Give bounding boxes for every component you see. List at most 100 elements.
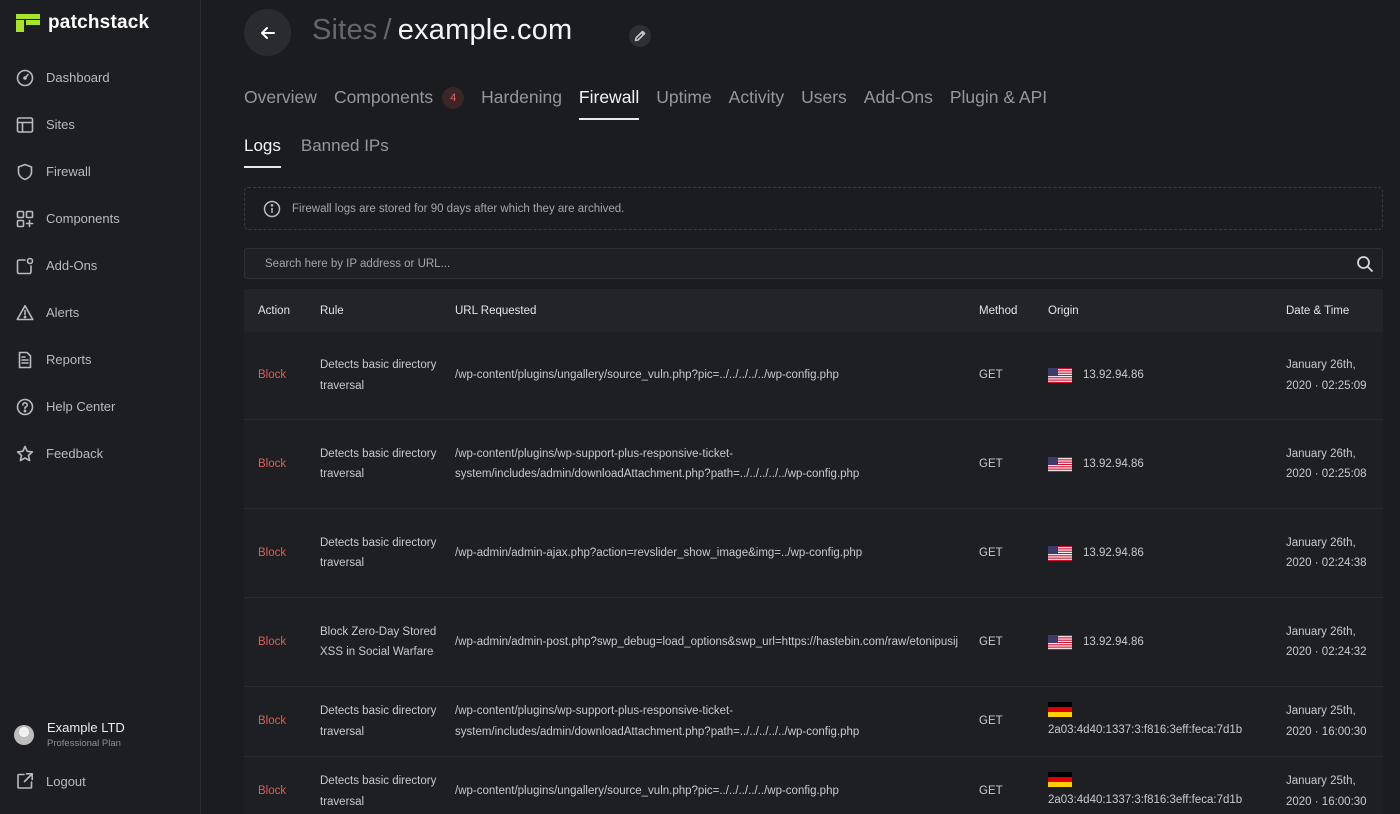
info-icon xyxy=(263,200,281,217)
tab-firewall[interactable]: Firewall xyxy=(578,86,640,120)
tab-activity[interactable]: Activity xyxy=(729,86,784,120)
origin-cell: 2a03:4d40:1337:3:f816:3eff:feca:7d1b xyxy=(1048,772,1272,811)
add-ons-icon xyxy=(16,257,34,275)
date-cell: January 25th, 2020 · 16:00:30 xyxy=(1286,775,1367,808)
date-cell: January 26th, 2020 · 02:24:32 xyxy=(1286,625,1367,659)
action-block[interactable]: Block xyxy=(258,785,286,797)
sidebar-item-sites[interactable]: Sites xyxy=(0,101,200,148)
sidebar-nav: Dashboard Sites Firewall Components Add-… xyxy=(0,54,200,477)
table-row[interactable]: Block Detects basic directory traversal … xyxy=(244,509,1383,598)
action-block[interactable]: Block xyxy=(258,547,286,559)
breadcrumb-sites[interactable]: Sites xyxy=(312,14,377,46)
back-button[interactable] xyxy=(244,9,291,56)
subtab-logs[interactable]: Logs xyxy=(244,135,281,168)
avatar xyxy=(14,724,34,745)
sidebar-item-dashboard[interactable]: Dashboard xyxy=(0,54,200,101)
table-row[interactable]: Block Block Zero-Day Stored XSS in Socia… xyxy=(244,598,1383,687)
account-menu[interactable]: Example LTD Professional Plan xyxy=(14,720,125,749)
sidebar-item-label: Add-Ons xyxy=(46,258,98,273)
sidebar-item-firewall[interactable]: Firewall xyxy=(0,148,200,195)
method-cell: GET xyxy=(979,457,1003,470)
column-header-date[interactable]: Date & Time xyxy=(1272,305,1383,317)
info-notice: Firewall logs are stored for 90 days aft… xyxy=(244,187,1383,230)
url-cell: /wp-content/plugins/ungallery/source_vul… xyxy=(455,785,839,798)
account-name: Example LTD xyxy=(47,720,125,735)
date-cell: January 26th, 2020 · 02:25:08 xyxy=(1286,447,1367,481)
table-row[interactable]: Block Detects basic directory traversal … xyxy=(244,332,1383,420)
column-header-method[interactable]: Method xyxy=(965,305,1034,317)
alert-icon xyxy=(16,304,34,322)
sidebar-item-feedback[interactable]: Feedback xyxy=(0,430,200,477)
sidebar-item-help-center[interactable]: Help Center xyxy=(0,383,200,430)
help-icon xyxy=(16,398,34,416)
column-header-origin[interactable]: Origin xyxy=(1034,305,1272,317)
tab-overview[interactable]: Overview xyxy=(244,86,317,120)
account-plan: Professional Plan xyxy=(47,738,121,749)
logo[interactable]: patchstack xyxy=(16,12,149,34)
brand-name: patchstack xyxy=(48,12,150,33)
de-flag-icon xyxy=(1048,702,1072,718)
origin-ip: 13.92.94.86 xyxy=(1083,457,1144,470)
action-block[interactable]: Block xyxy=(258,458,286,470)
action-block[interactable]: Block xyxy=(258,636,286,648)
table-row[interactable]: Block Detects basic directory traversal … xyxy=(244,687,1383,757)
date-cell: January 26th, 2020 · 02:25:09 xyxy=(1286,359,1367,392)
firewall-subtabs: Logs Banned IPs xyxy=(244,135,409,168)
rule-cell: Block Zero-Day Stored XSS in Social Warf… xyxy=(320,625,437,659)
arrow-left-icon xyxy=(260,26,275,39)
subtab-banned-ips[interactable]: Banned IPs xyxy=(301,135,389,168)
action-block[interactable]: Block xyxy=(258,369,286,381)
method-cell: GET xyxy=(979,635,1003,648)
logout-icon xyxy=(17,773,33,789)
sidebar-item-alerts[interactable]: Alerts xyxy=(0,289,200,336)
origin-ip: 13.92.94.86 xyxy=(1083,369,1144,382)
patchstack-logo-icon xyxy=(16,14,40,32)
de-flag-icon xyxy=(1048,772,1072,788)
action-block[interactable]: Block xyxy=(258,715,286,727)
sidebar-item-label: Dashboard xyxy=(46,70,110,85)
method-cell: GET xyxy=(979,546,1003,559)
search-icon[interactable] xyxy=(1356,255,1374,273)
sidebar-item-add-ons[interactable]: Add-Ons xyxy=(0,242,200,289)
column-header-rule[interactable]: Rule xyxy=(306,305,441,317)
edit-site-button[interactable] xyxy=(629,25,651,47)
pencil-icon xyxy=(634,30,646,42)
sidebar-item-label: Sites xyxy=(46,117,75,132)
url-cell: /wp-content/plugins/wp-support-plus-resp… xyxy=(455,705,860,738)
column-header-url[interactable]: URL Requested xyxy=(441,305,965,317)
sidebar-item-label: Firewall xyxy=(46,164,91,179)
tab-hardening[interactable]: Hardening xyxy=(481,86,562,120)
tab-plugin-api[interactable]: Plugin & API xyxy=(950,86,1047,120)
main-content: Sites / example.com Overview Components 4 H… xyxy=(201,0,1400,814)
rule-cell: Detects basic directory traversal xyxy=(320,447,437,481)
method-cell: GET xyxy=(979,785,1003,798)
origin-cell: 13.92.94.86 xyxy=(1048,632,1272,653)
firewall-log-table: Action Rule URL Requested Method Origin … xyxy=(244,289,1383,814)
rule-cell: Detects basic directory traversal xyxy=(320,536,437,570)
site-name: example.com xyxy=(397,14,573,46)
tab-add-ons[interactable]: Add-Ons xyxy=(864,86,933,120)
sidebar-item-reports[interactable]: Reports xyxy=(0,336,200,383)
url-cell: /wp-content/plugins/wp-support-plus-resp… xyxy=(455,447,860,481)
column-header-action[interactable]: Action xyxy=(244,305,306,317)
logout-link[interactable]: Logout xyxy=(16,772,86,790)
origin-cell: 13.92.94.86 xyxy=(1048,365,1272,386)
components-icon xyxy=(16,210,34,228)
table-row[interactable]: Block Detects basic directory traversal … xyxy=(244,757,1383,814)
tab-uptime[interactable]: Uptime xyxy=(656,86,711,120)
rule-cell: Detects basic directory traversal xyxy=(320,359,437,392)
table-row[interactable]: Block Detects basic directory traversal … xyxy=(244,420,1383,509)
search-input[interactable] xyxy=(245,249,1382,278)
sidebar-item-label: Feedback xyxy=(46,446,104,461)
us-flag-icon xyxy=(1048,634,1072,650)
sidebar-item-label: Reports xyxy=(46,352,92,367)
sidebar-item-components[interactable]: Components xyxy=(0,195,200,242)
origin-ip: 2a03:4d40:1337:3:f816:3eff:feca:7d1b xyxy=(1048,794,1243,807)
date-cell: January 26th, 2020 · 02:24:38 xyxy=(1286,536,1367,570)
tab-components[interactable]: Components 4 xyxy=(334,86,465,120)
us-flag-icon xyxy=(1048,368,1072,383)
report-icon xyxy=(16,351,34,369)
dashboard-icon xyxy=(16,69,34,87)
tab-users[interactable]: Users xyxy=(801,86,847,120)
origin-ip: 13.92.94.86 xyxy=(1083,635,1144,648)
